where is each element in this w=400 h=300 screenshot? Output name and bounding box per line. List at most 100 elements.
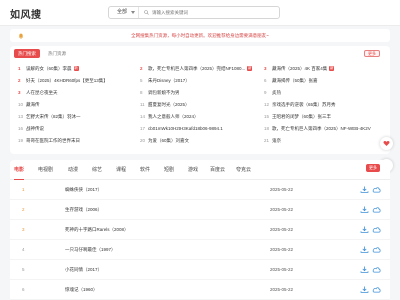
row-date: 2025-05-22 bbox=[270, 227, 294, 232]
hot-title: 乞野大宋传（82集）羽沐一 bbox=[26, 114, 81, 119]
hot-rank: 3 bbox=[264, 66, 267, 71]
row-title[interactable]: 惊魂记（1960） bbox=[65, 287, 98, 293]
tab-9[interactable]: 夸克云 bbox=[236, 166, 251, 180]
hot-search-item[interactable]: 3 人在昆仑夜坐天 bbox=[18, 89, 136, 97]
tab-1[interactable]: 电视剧 bbox=[38, 166, 53, 180]
hot-rank: 3 bbox=[18, 90, 21, 95]
row-date: 2025-05-22 bbox=[270, 287, 294, 292]
hot-title: 好夫（2025）4KHDR60fps【更至13集】 bbox=[26, 78, 108, 83]
cloud-icon[interactable] bbox=[372, 186, 381, 193]
hot-search-item[interactable]: 11 甜夏复时光（2025） bbox=[140, 101, 258, 109]
category-tabs: 电影 电视剧 动漫 综艺 课程 软件 短剧 游戏 百度云 夸克云 bbox=[10, 160, 390, 180]
cloud-icon[interactable] bbox=[372, 286, 381, 293]
cloud-icon[interactable] bbox=[372, 226, 381, 233]
download-icon[interactable] bbox=[360, 246, 369, 253]
hot-search-item[interactable]: 13 乞野大宋传（82集）羽沐一 bbox=[18, 113, 136, 121]
row-title[interactable]: 死神的十字路口Rarels（2008） bbox=[65, 227, 129, 233]
row-title[interactable]: 一只马仔啊最佳（1997） bbox=[65, 247, 116, 253]
tab-3[interactable]: 综艺 bbox=[92, 166, 102, 180]
hot-rank: 14 bbox=[140, 114, 146, 119]
favorite-button[interactable] bbox=[380, 137, 393, 150]
row-date: 2025-05-22 bbox=[270, 187, 294, 192]
tab-4[interactable]: 课程 bbox=[116, 166, 126, 180]
hot-rank: 18 bbox=[264, 126, 270, 131]
tab-2[interactable]: 动漫 bbox=[68, 166, 78, 180]
hot-search-item[interactable]: 2 歌，死亡专机巨人第四季（2025）完结NF1080... 新 bbox=[140, 65, 258, 73]
cloud-icon[interactable] bbox=[372, 266, 381, 273]
table-row[interactable]: 1 蜘蛛侠侠（2017） 2025-05-22 bbox=[10, 180, 390, 200]
hot-search-item[interactable]: 10 藏海传 bbox=[18, 101, 136, 109]
search-icon bbox=[144, 10, 149, 15]
hot-search-item[interactable]: 15 王昭君的闭梦（60集）张三丰 bbox=[264, 113, 384, 121]
notice-text: 全网搜集热门资源，每小时自动更新。欢迎推荐给身边需要满意朋友~ bbox=[131, 32, 269, 38]
hot-search-panel: 热门搜索 热门资源 更多 1 误解的女（60集）李晨新 2 好夫（2025）4KHDR… bbox=[10, 46, 390, 154]
hot-title: 甜夏复时光（2025） bbox=[148, 102, 190, 107]
hot-search-item[interactable]: 6 藏海揭传（50集）张嘉 bbox=[264, 77, 384, 85]
row-title[interactable]: 生存游戏（2006） bbox=[65, 207, 102, 213]
row-date: 2025-05-22 bbox=[270, 247, 294, 252]
tab-8[interactable]: 百度云 bbox=[210, 166, 225, 180]
hot-title: 藏海传 bbox=[26, 102, 40, 107]
hot-title: 战神传说 bbox=[26, 126, 44, 131]
hot-search-item[interactable]: 2 好夫（2025）4KHDR60fps【更至13集】 bbox=[18, 77, 136, 85]
search-box: 全部 bbox=[108, 6, 280, 19]
row-actions bbox=[360, 246, 384, 254]
hot-rank: 19 bbox=[18, 138, 24, 143]
download-icon[interactable] bbox=[360, 266, 369, 273]
hot-search-item[interactable]: 18 歌，死亡专机巨人第四季（2025）NF-WEB-4K2V bbox=[264, 125, 384, 133]
tab-5[interactable]: 软件 bbox=[140, 166, 150, 180]
row-rank: 1 bbox=[22, 187, 25, 192]
table-row[interactable]: 6 惊魂记（1960） 2025-05-22 bbox=[10, 280, 390, 300]
hot-more-button[interactable]: 更多 bbox=[364, 50, 380, 57]
table-row[interactable]: 2 生存游戏（2006） 2025-05-22 bbox=[10, 200, 390, 220]
table-row[interactable]: 4 一只马仔啊最佳（1997） 2025-05-22 bbox=[10, 240, 390, 260]
table-row[interactable]: 3 死神的十字路口Rarels（2008） 2025-05-22 bbox=[10, 220, 390, 240]
row-title[interactable]: 蜘蛛侠侠（2017） bbox=[65, 187, 102, 193]
hot-rank: 1 bbox=[18, 66, 21, 71]
hot-search-item[interactable]: 8 调包新娘不为男 bbox=[140, 89, 258, 97]
download-icon[interactable] bbox=[360, 186, 369, 193]
hot-search-item[interactable]: 16 战神传说 bbox=[18, 125, 136, 133]
hot-search-item[interactable]: 3 藏海传（2025）4K 百家4集新 bbox=[264, 65, 384, 73]
table-row[interactable]: 5 小花同情（2017） 2025-05-22 bbox=[10, 260, 390, 280]
search-category-select[interactable]: 全部 bbox=[109, 7, 139, 18]
hot-search-item[interactable]: 20 为爱（60集）刘嘉文 bbox=[140, 137, 258, 145]
row-rank: 4 bbox=[22, 247, 25, 252]
hot-search-item[interactable]: 17 cb01mWk10H2tH3Kafd18b06-9894.1 bbox=[140, 125, 258, 133]
download-icon[interactable] bbox=[360, 226, 369, 233]
site-logo[interactable]: 如风搜 bbox=[10, 6, 42, 21]
new-badge: 新 bbox=[329, 66, 335, 71]
tab-7[interactable]: 游戏 bbox=[188, 166, 198, 180]
hot-title: 我人之意般人师（2024） bbox=[148, 114, 199, 119]
row-title[interactable]: 小花同情（2017） bbox=[65, 267, 102, 273]
hot-search-item[interactable]: 19 哥哥在医院工作的世界末日 bbox=[18, 137, 136, 145]
hot-search-item[interactable]: 1 误解的女（60集）李晨新 bbox=[18, 65, 136, 73]
hot-search-item[interactable]: 9 炙热 bbox=[264, 89, 384, 97]
hot-title: 藏海揭传（50集）张嘉 bbox=[272, 78, 318, 83]
hot-title: 朱丹Disney（2017） bbox=[148, 78, 190, 83]
download-icon[interactable] bbox=[360, 206, 369, 213]
row-actions bbox=[360, 286, 384, 294]
hot-search-item[interactable]: 14 我人之意般人师（2024） bbox=[140, 113, 258, 121]
hot-search-item[interactable]: 5 朱丹Disney（2017） bbox=[140, 77, 258, 85]
hot-title: 歌，死亡专机巨人第四季（2025）完结NF1080... bbox=[148, 66, 246, 71]
notice-bar: 全网搜集热门资源，每小时自动更新。欢迎推荐给身边需要满意朋友~ bbox=[10, 29, 390, 42]
row-rank: 3 bbox=[22, 227, 25, 232]
hot-rank: 2 bbox=[140, 66, 143, 71]
row-date: 2025-05-22 bbox=[270, 207, 294, 212]
hot-search-item[interactable]: 12 亲戏选手的逆袭（65集）苏月秀 bbox=[264, 101, 384, 109]
tab-6[interactable]: 短剧 bbox=[164, 166, 174, 180]
cloud-icon[interactable] bbox=[372, 206, 381, 213]
hot-title: 误解的女（60集）李晨 bbox=[26, 66, 72, 71]
search-input[interactable] bbox=[149, 7, 277, 18]
download-icon[interactable] bbox=[360, 286, 369, 293]
hot-rank: 17 bbox=[140, 126, 146, 131]
hot-rank: 5 bbox=[140, 78, 143, 83]
new-badge: 新 bbox=[73, 66, 79, 71]
hot-rank: 12 bbox=[264, 102, 270, 107]
tab-0[interactable]: 电影 bbox=[14, 166, 25, 180]
hot-search-item[interactable]: 21 鬼奈 bbox=[264, 137, 384, 145]
cloud-icon[interactable] bbox=[372, 246, 381, 253]
heart-icon bbox=[383, 141, 390, 146]
list-more-button[interactable]: 更多 bbox=[366, 164, 380, 172]
